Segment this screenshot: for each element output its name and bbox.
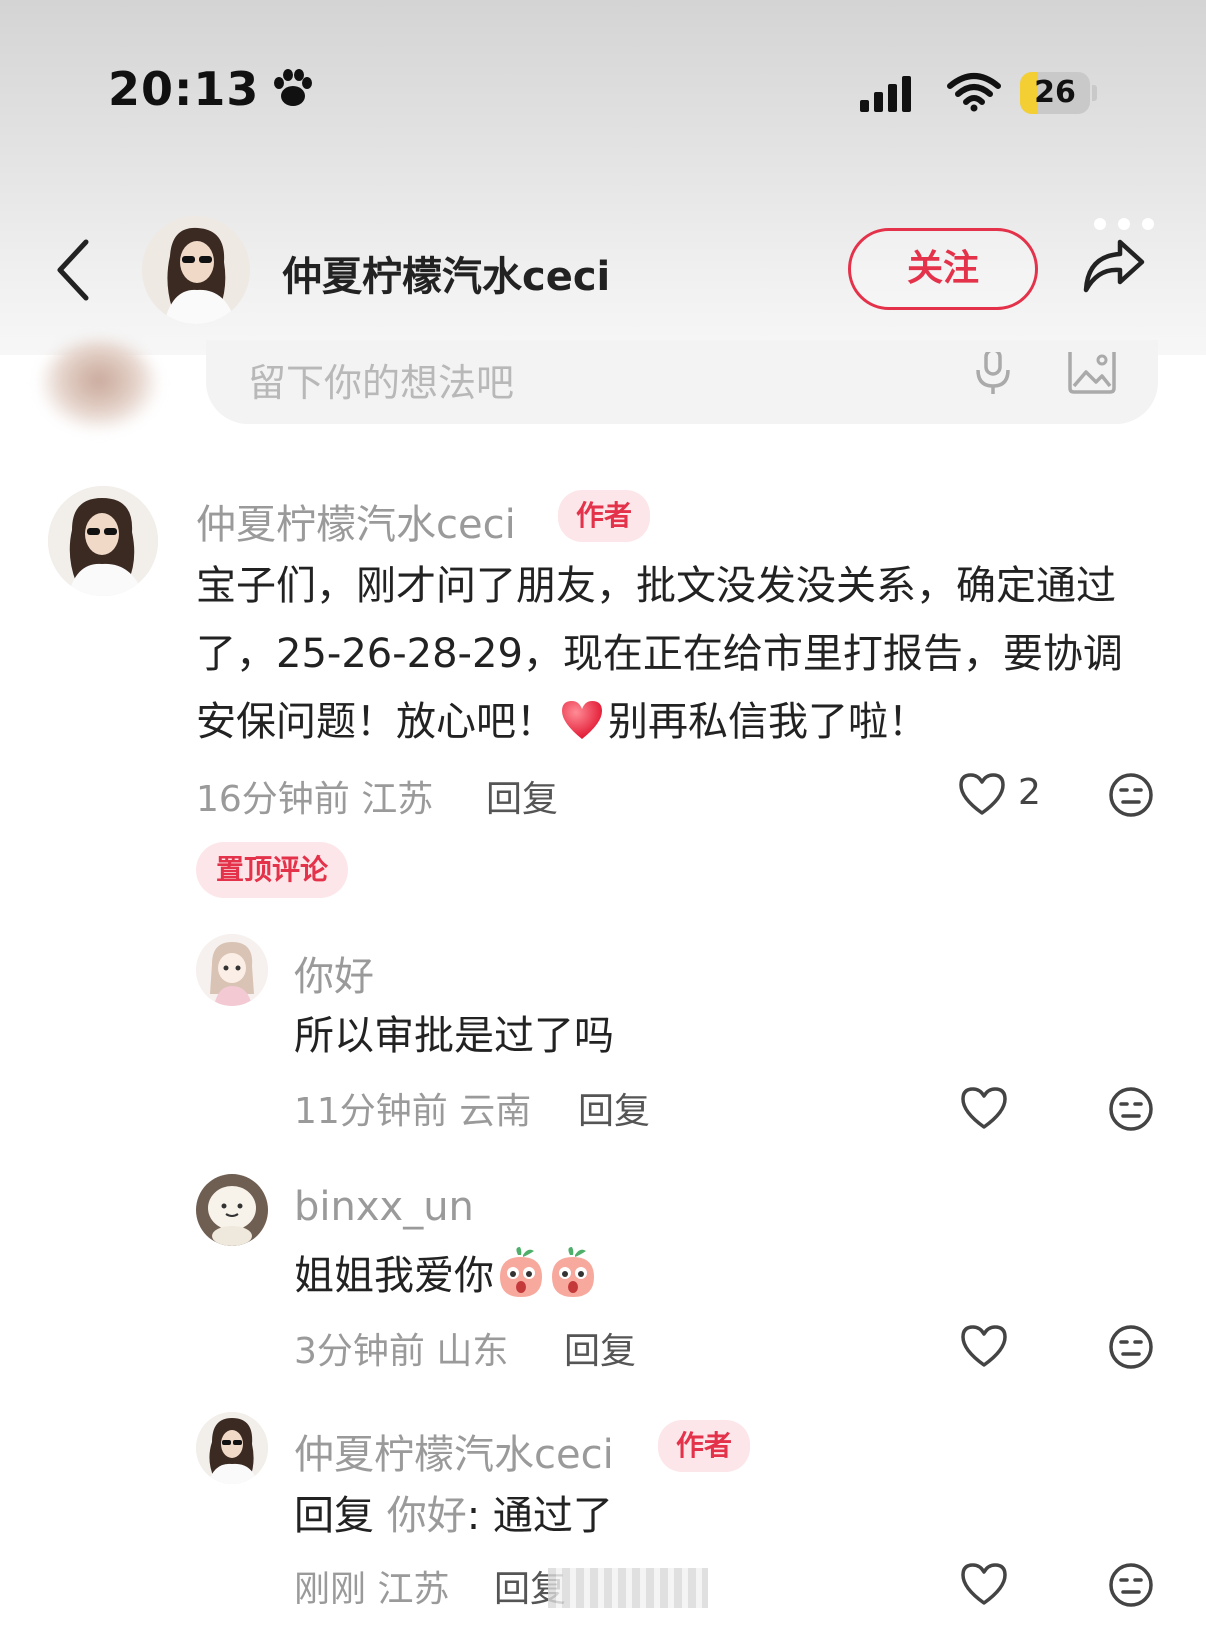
reply-meta: 11分钟前 云南 (294, 1082, 531, 1134)
battery-indicator: 26 (1020, 72, 1098, 114)
comment-avatar[interactable] (48, 486, 158, 596)
wifi-icon (947, 73, 1001, 112)
reply-button[interactable]: 回复 (486, 770, 558, 822)
heart-icon[interactable] (960, 1086, 1008, 1130)
reply-text-row: 姐姐我爱你 (294, 1242, 598, 1310)
share-icon[interactable] (1080, 236, 1148, 296)
comment-time: 16分钟前 (196, 779, 350, 820)
heart-icon[interactable] (958, 772, 1006, 816)
reply-text: : 通过了 (466, 1493, 613, 1539)
reply-avatar[interactable] (196, 1412, 268, 1484)
author-badge: 作者 (558, 490, 651, 542)
follow-button[interactable]: 关注 (848, 228, 1038, 310)
header-title: 仲夏柠檬汽水ceci (282, 254, 611, 300)
reply-avatar[interactable] (196, 1174, 268, 1246)
reply-username[interactable]: 你好 (294, 944, 374, 1002)
comment-location: 江苏 (361, 779, 434, 820)
reply-avatar[interactable] (196, 934, 268, 1006)
reply-time: 3分钟前 (294, 1331, 425, 1372)
reply-time: 11分钟前 (294, 1091, 448, 1132)
user-avatar-blurred (40, 340, 158, 430)
peach-emoji-icon (552, 1247, 594, 1297)
reply-meta: 3分钟前 山东 (294, 1322, 508, 1374)
emoji-icon[interactable] (1108, 1562, 1154, 1608)
pinned-comment-badge: 置顶评论 (196, 842, 349, 898)
image-icon[interactable] (1068, 352, 1116, 394)
reply-location: 山东 (436, 1331, 509, 1372)
reply-button[interactable]: 回复 (578, 1082, 650, 1134)
comment-text: 宝子们，刚才问了朋友，批文没发没关系，确定通过了，25-26-28-29，现在正… (196, 552, 1156, 756)
reply-username[interactable]: binxx_un (294, 1184, 474, 1230)
reply-meta: 刚刚 江苏 (294, 1560, 449, 1612)
reply-time: 刚刚 (294, 1569, 367, 1610)
status-time: 20:13 (108, 62, 260, 116)
author-badge: 作者 (658, 1420, 751, 1472)
watermark (548, 1568, 708, 1608)
battery-level: 26 (1034, 75, 1076, 110)
paw-icon (274, 69, 312, 106)
reply-text: 姐姐我爱你 (294, 1253, 494, 1299)
red-heart-emoji-icon (562, 701, 602, 739)
reply-prefix: 回复 (294, 1493, 374, 1539)
more-icon[interactable] (1092, 216, 1156, 232)
reply-location: 江苏 (377, 1569, 450, 1610)
reply-username[interactable]: 仲夏柠檬汽水ceci (294, 1422, 614, 1480)
comment-meta: 16分钟前 江苏 (196, 770, 433, 822)
reply-location: 云南 (459, 1091, 532, 1132)
reply-text-row: 回复 你好: 通过了 (294, 1482, 613, 1550)
reply-text: 所以审批是过了吗 (294, 1013, 614, 1059)
mic-icon[interactable] (972, 352, 1014, 394)
reply-button[interactable]: 回复 (564, 1322, 636, 1374)
comment-text-part2: 别再私信我了啦！ (608, 699, 928, 745)
header-avatar[interactable] (142, 216, 250, 324)
emoji-icon[interactable] (1108, 1086, 1154, 1132)
comment-username[interactable]: 仲夏柠檬汽水ceci (196, 492, 516, 550)
comment-input-placeholder: 留下你的想法吧 (248, 361, 515, 405)
like-count: 2 (1018, 772, 1041, 813)
emoji-icon[interactable] (1108, 772, 1154, 818)
emoji-icon[interactable] (1108, 1324, 1154, 1370)
peach-emoji-icon (500, 1247, 542, 1297)
heart-icon[interactable] (960, 1324, 1008, 1368)
signal-icon (860, 76, 911, 112)
reply-to-username[interactable]: 你好 (387, 1493, 467, 1539)
heart-icon[interactable] (960, 1562, 1008, 1606)
back-icon[interactable] (54, 238, 94, 302)
